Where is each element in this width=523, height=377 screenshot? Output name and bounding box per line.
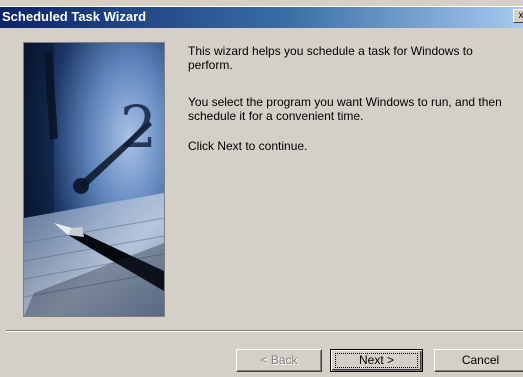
close-icon[interactable]: x [513, 9, 523, 23]
continue-text: Click Next to continue. [188, 139, 308, 153]
wizard-window: Scheduled Task Wizard x 2 This wizard he… [0, 0, 523, 377]
next-button[interactable]: Next > [330, 349, 423, 372]
instruction-text: You select the program you want Windows … [188, 95, 502, 123]
window-title: Scheduled Task Wizard [2, 9, 147, 24]
wizard-illustration: 2 [23, 42, 165, 317]
intro-text: This wizard helps you schedule a task fo… [188, 44, 473, 72]
title-bar[interactable]: Scheduled Task Wizard x [0, 6, 523, 28]
clock-and-pen-illustration: 2 [24, 43, 164, 316]
cancel-button-label: Cancel [461, 353, 500, 367]
button-separator [6, 330, 523, 332]
svg-text:2: 2 [120, 93, 157, 161]
cancel-button[interactable]: Cancel [434, 349, 523, 372]
back-button[interactable]: < Back [236, 349, 322, 372]
back-button-label: < Back [260, 353, 298, 367]
next-button-label: Next > [358, 353, 394, 367]
